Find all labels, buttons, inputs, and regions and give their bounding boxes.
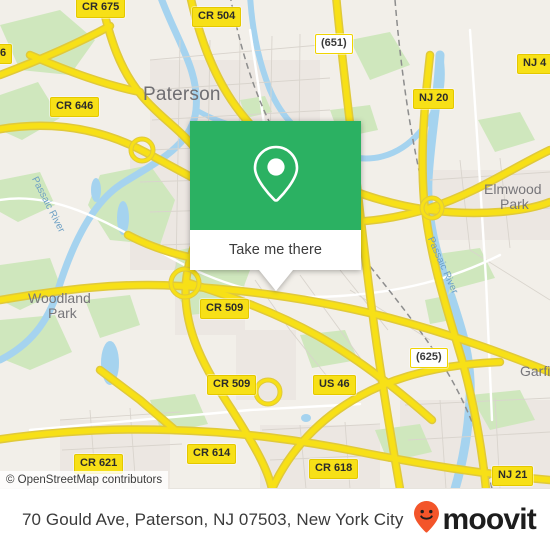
- callout-pointer: [258, 270, 293, 291]
- moovit-logo[interactable]: moovit: [412, 500, 537, 539]
- road-shield[interactable]: CR 646: [50, 97, 100, 117]
- footer-bar: 70 Gould Ave, Paterson, NJ 07503, New Yo…: [0, 488, 550, 550]
- road-shield[interactable]: CR 509: [200, 299, 250, 319]
- road-shield[interactable]: (651): [315, 34, 353, 54]
- osm-attribution[interactable]: © OpenStreetMap contributors: [0, 471, 169, 489]
- address-text: 70 Gould Ave, Paterson, NJ 07503, New Yo…: [22, 509, 404, 529]
- road-shield[interactable]: CR 618: [309, 459, 359, 479]
- callout-action-bar[interactable]: Take me there: [190, 230, 361, 270]
- road-shield[interactable]: (625): [410, 348, 448, 368]
- road-shield[interactable]: NJ 4: [517, 54, 550, 74]
- map-pin-icon: [248, 141, 304, 210]
- take-me-there-label: Take me there: [228, 242, 323, 258]
- callout-icon-panel: [190, 121, 361, 230]
- road-shield[interactable]: NJ 21: [492, 466, 534, 486]
- moovit-smiling-pin-icon: [412, 500, 441, 539]
- osm-attribution-text: © OpenStreetMap contributors: [6, 474, 163, 486]
- road-shield[interactable]: CR 614: [187, 444, 237, 464]
- moovit-map-screenshot: Paterson Woodland Park Elmwood Park Garf…: [0, 0, 550, 550]
- road-shield[interactable]: 6: [0, 44, 13, 64]
- road-shield[interactable]: CR 675: [76, 0, 126, 18]
- moovit-wordmark: moovit: [442, 502, 536, 536]
- road-shield[interactable]: CR 509: [207, 375, 257, 395]
- road-shield[interactable]: NJ 20: [413, 89, 455, 109]
- road-shield[interactable]: US 46: [313, 375, 356, 395]
- road-shield[interactable]: CR 504: [192, 7, 242, 27]
- take-me-there-callout[interactable]: Take me there: [190, 121, 361, 291]
